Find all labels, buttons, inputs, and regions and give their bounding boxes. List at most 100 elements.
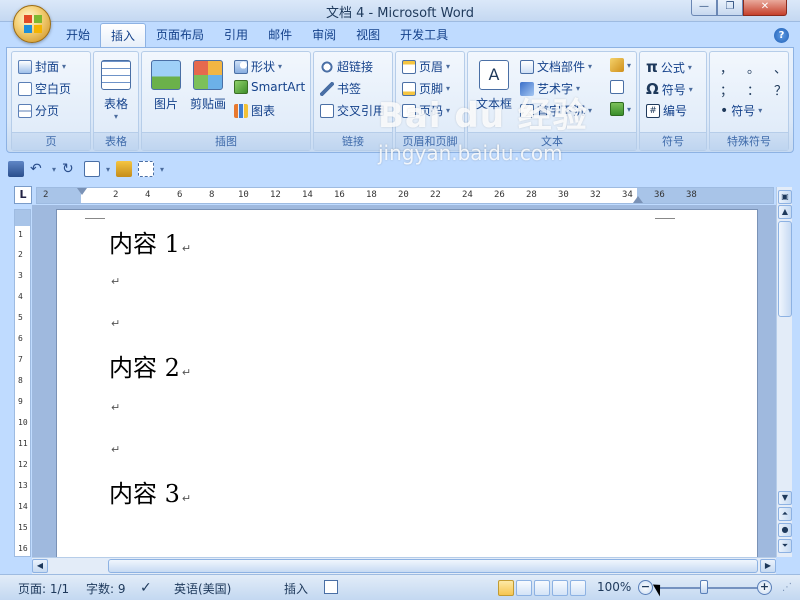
special-symbol-enum-comma[interactable]: 、 [774,58,787,77]
ruler-toggle-icon[interactable]: ▣ [778,190,792,204]
status-word-count[interactable]: 字数: 9 [86,580,126,597]
horizontal-scrollbar[interactable]: ◀ ▶ [32,557,776,574]
document-page[interactable]: 内容 1 ↵ ↵ ↵ 内容 2 ↵ ↵ ↵ 内容 3 ↵ [56,209,758,557]
special-symbol-semicolon[interactable]: ； [720,80,733,99]
tab-home[interactable]: 开始 [56,23,100,47]
full-screen-reading-view-icon[interactable] [516,580,532,596]
next-page-icon[interactable]: ⏷ [778,539,792,553]
paragraph-empty[interactable]: ↵ [109,274,120,288]
header-button[interactable]: 页眉 ▾ [402,58,450,75]
date-time-button[interactable] [610,80,624,94]
textbox-button[interactable]: A 文本框 [472,52,516,132]
table-icon [101,60,131,90]
tab-selector[interactable]: L [14,186,32,204]
new-document-icon[interactable] [84,161,101,177]
maximize-button[interactable]: ❐ [717,0,743,16]
draft-view-icon[interactable] [570,580,586,596]
select-browse-object-icon[interactable]: ● [778,523,792,537]
paragraph-content-2[interactable]: 内容 2 ↵ [109,348,191,383]
scroll-right-icon[interactable]: ▶ [760,559,776,573]
page-break-button[interactable]: 分页 [18,102,59,119]
footer-button[interactable]: 页脚 ▾ [402,80,450,97]
paragraph-empty[interactable]: ↵ [109,400,120,414]
zoom-out-button[interactable]: − [638,580,653,595]
cover-page-button[interactable]: 封面 ▾ [18,58,66,75]
vertical-scrollbar[interactable]: ▣ ▲ ▼ ⏶ ● ⏷ [776,187,792,557]
tab-references[interactable]: 引用 [214,23,258,47]
quick-parts-button[interactable]: 文档部件 ▾ [520,58,592,75]
macro-record-icon[interactable] [324,580,338,594]
horizontal-scroll-thumb[interactable] [108,559,758,573]
status-insert-mode[interactable]: 插入 [284,580,308,597]
cross-reference-button[interactable]: 交叉引用 [320,102,385,119]
drop-cap-button[interactable]: 首字下沉 ▾ [520,102,592,119]
wordart-button[interactable]: 艺术字 ▾ [520,80,580,97]
close-button[interactable]: ✕ [743,0,787,16]
scroll-up-icon[interactable]: ▲ [778,205,792,219]
object-button[interactable]: ▾ [610,102,631,116]
vertical-scroll-thumb[interactable] [778,221,792,317]
special-symbol-more-button[interactable]: • 符号 ▾ [720,102,762,119]
smartart-button[interactable]: SmartArt [234,80,305,94]
minimize-button[interactable]: — [691,0,717,16]
tab-mailings[interactable]: 邮件 [258,23,302,47]
hyperlink-button[interactable]: 超链接 [320,58,373,75]
undo-icon[interactable]: ↶ [30,161,46,177]
outline-view-icon[interactable] [552,580,568,596]
print-preview-icon[interactable] [116,161,133,177]
tab-review[interactable]: 审阅 [302,23,346,47]
shapes-button[interactable]: 形状 ▾ [234,58,282,75]
table-dropdown-icon: ▾ [113,112,118,121]
special-symbol-comma[interactable]: ， [720,58,733,77]
tab-view[interactable]: 视图 [346,23,390,47]
blank-page-button[interactable]: 空白页 [18,80,71,97]
zoom-in-button[interactable]: + [757,580,772,595]
bookmark-button[interactable]: 书签 [320,80,361,97]
help-icon[interactable]: ? [774,28,789,43]
special-symbol-period[interactable]: 。 [747,58,760,77]
tab-page-layout[interactable]: 页面布局 [146,23,214,47]
tab-developer[interactable]: 开发工具 [390,23,458,47]
proofing-check-icon[interactable]: ✓ [140,580,152,596]
clipart-button[interactable]: 剪贴画 [186,52,230,132]
symbol-button[interactable]: Ω 符号 ▾ [646,80,693,98]
paragraph-empty[interactable]: ↵ [109,442,120,456]
status-language[interactable]: 英语(美国) [174,580,231,597]
previous-page-icon[interactable]: ⏶ [778,507,792,521]
tab-insert[interactable]: 插入 [100,23,147,47]
redo-icon[interactable]: ↻ [62,161,78,177]
paragraph-empty[interactable]: ↵ [109,316,120,330]
office-button[interactable] [13,5,51,43]
scroll-down-icon[interactable]: ▼ [778,491,792,505]
table-button[interactable]: 表格 ▾ [94,52,138,132]
zoom-slider-track[interactable] [656,587,760,589]
equation-button[interactable]: π 公式 ▾ [646,58,692,76]
select-objects-icon[interactable] [138,161,155,177]
scroll-left-icon[interactable]: ◀ [32,559,48,573]
vruler-tick: 10 [18,418,28,427]
special-symbol-more-label: 符号 [731,104,756,118]
customize-qat-icon[interactable]: ▾ [160,165,164,174]
resize-grip-icon[interactable]: ⋰ [782,582,792,593]
save-icon[interactable] [8,161,24,177]
indent-marker-icon[interactable] [77,188,87,195]
web-layout-view-icon[interactable] [534,580,550,596]
special-symbol-colon[interactable]: ： [747,80,760,99]
horizontal-ruler[interactable]: 2 2 4 6 8 10 12 14 16 18 20 22 24 26 28 … [36,187,774,204]
undo-dropdown-icon[interactable]: ▾ [52,165,56,174]
paragraph-content-1[interactable]: 内容 1 ↵ [109,224,191,259]
special-symbol-question[interactable]: ？ [774,80,787,99]
page-number-button[interactable]: 页码 ▾ [402,102,450,119]
signature-line-button[interactable]: ▾ [610,58,631,72]
numbering-button[interactable]: # 编号 [646,102,687,119]
paragraph-content-3[interactable]: 内容 3 ↵ [109,474,191,509]
picture-button[interactable]: 图片 [146,52,186,132]
chart-button[interactable]: 图表 [234,102,275,119]
status-page-count[interactable]: 页面: 1/1 [18,580,69,597]
new-document-dropdown-icon[interactable]: ▾ [106,165,110,174]
zoom-level[interactable]: 100% [597,580,631,594]
right-indent-marker-icon[interactable] [633,196,643,203]
zoom-slider-thumb[interactable] [700,580,708,594]
vertical-ruler[interactable]: 1 2 3 4 5 6 7 8 9 10 11 12 13 14 15 16 [14,209,31,557]
print-layout-view-icon[interactable] [498,580,514,596]
